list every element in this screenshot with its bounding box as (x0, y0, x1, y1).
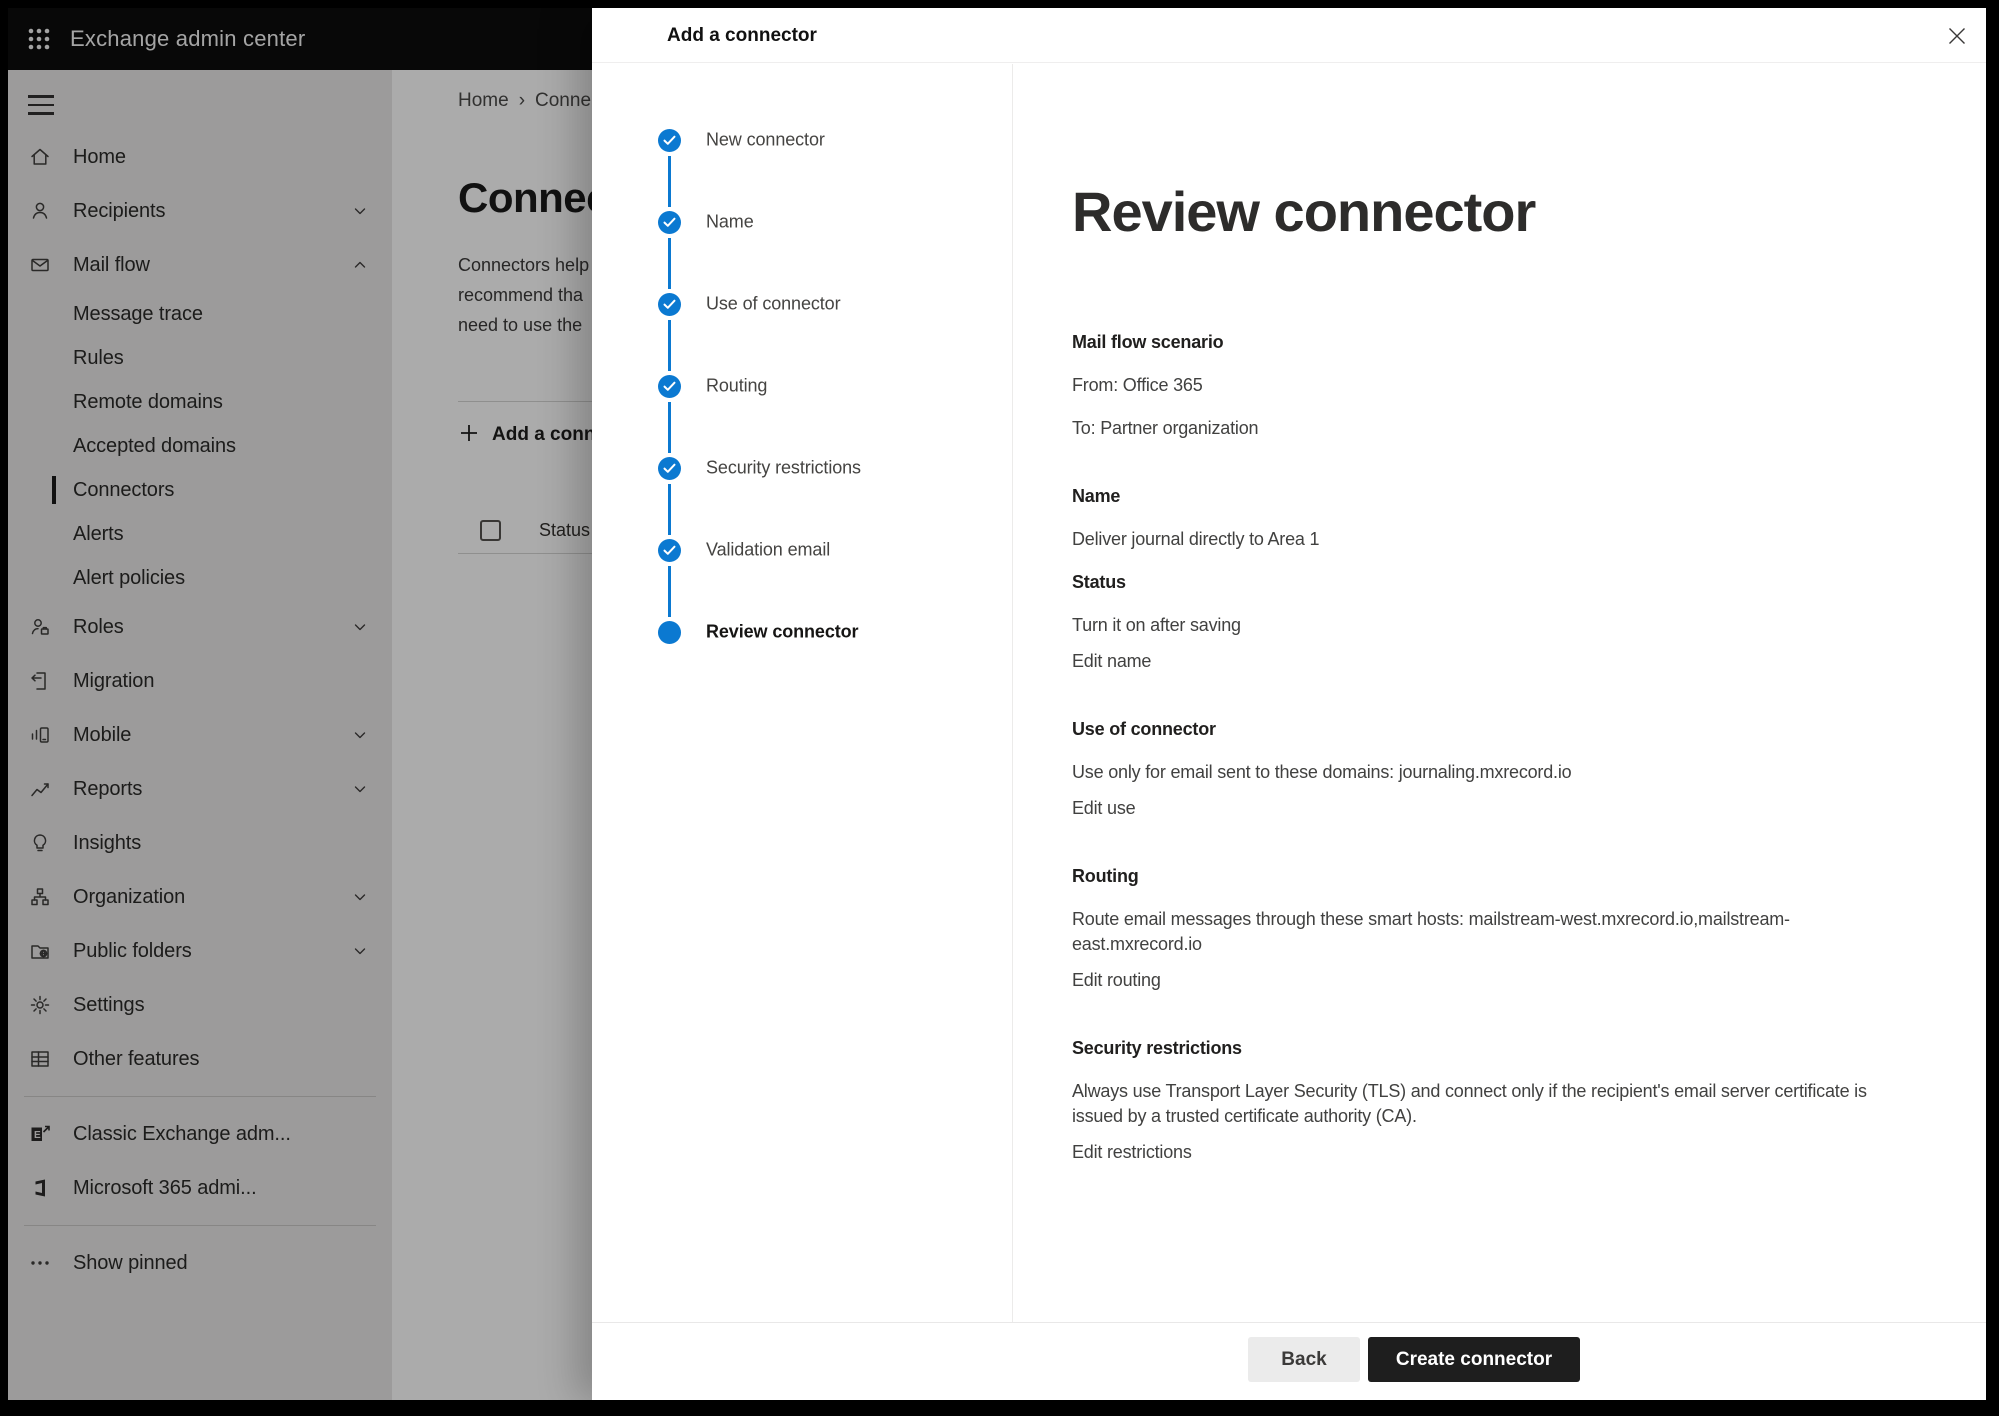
app-window: Exchange admin center HomeRecipientsMail… (8, 8, 1986, 1400)
wizard-step-label: Validation email (706, 540, 830, 561)
wizard-step-label: Name (706, 212, 754, 233)
review-section-text: To: Partner organization (1072, 416, 1887, 441)
screen: Exchange admin center HomeRecipientsMail… (0, 0, 1999, 1416)
review-section-text: Always use Transport Layer Security (TLS… (1072, 1079, 1887, 1129)
review-section-heading: Name (1072, 484, 1887, 509)
review-panel: Review connector Mail flow scenario From:… (1013, 64, 1986, 1322)
section-gap (1072, 1011, 1887, 1036)
wizard-stepper: New connector Name Use of connector Routing… (592, 99, 1012, 673)
wizard-step-label: Review connector (706, 622, 858, 643)
back-button[interactable]: Back (1248, 1337, 1360, 1382)
wizard-step-label: New connector (706, 130, 825, 151)
wizard-body: New connector Name Use of connector Routing… (592, 64, 1986, 1322)
review-sections: Mail flow scenario From: Office 365 To: Pa… (1072, 330, 1887, 1165)
wizard-step-validation-email[interactable]: Validation email (592, 509, 1012, 591)
step-completed-check-icon (658, 293, 681, 316)
review-section-heading: Status (1072, 570, 1887, 595)
review-section-text: Route email messages through these smart… (1072, 907, 1887, 957)
section-gap (1072, 692, 1887, 717)
wizard-step-label: Routing (706, 376, 767, 397)
step-completed-check-icon (658, 375, 681, 398)
review-section-text: Deliver journal directly to Area 1 (1072, 527, 1887, 552)
review-section-heading: Use of connector (1072, 717, 1887, 742)
step-completed-check-icon (658, 129, 681, 152)
wizard-step-review-connector[interactable]: Review connector (592, 591, 1012, 673)
review-section-text: From: Office 365 (1072, 373, 1887, 398)
wizard-step-name[interactable]: Name (592, 181, 1012, 263)
create-connector-button[interactable]: Create connector (1368, 1337, 1580, 1382)
review-heading: Review connector (1072, 179, 1986, 245)
edit-link-edit-use[interactable]: Edit use (1072, 796, 1887, 821)
wizard-step-label: Security restrictions (706, 458, 861, 479)
close-icon[interactable] (1942, 21, 1972, 51)
add-connector-wizard: Add a connector New connector Name Use of … (592, 8, 1986, 1400)
step-completed-check-icon (658, 457, 681, 480)
review-section-heading: Routing (1072, 864, 1887, 889)
review-section-heading: Security restrictions (1072, 1036, 1887, 1061)
step-completed-check-icon (658, 211, 681, 234)
edit-link-edit-restrictions[interactable]: Edit restrictions (1072, 1140, 1887, 1165)
wizard-title: Add a connector (667, 8, 817, 63)
wizard-step-label: Use of connector (706, 294, 840, 315)
review-section-text: Use only for email sent to these domains… (1072, 760, 1887, 785)
step-completed-check-icon (658, 539, 681, 562)
review-section-heading: Mail flow scenario (1072, 330, 1887, 355)
step-current-dot-icon (658, 621, 681, 644)
wizard-step-use-of-connector[interactable]: Use of connector (592, 263, 1012, 345)
wizard-header: Add a connector (592, 8, 1986, 63)
review-section-text: Turn it on after saving (1072, 613, 1887, 638)
wizard-step-security-restrictions[interactable]: Security restrictions (592, 427, 1012, 509)
edit-link-edit-name[interactable]: Edit name (1072, 649, 1887, 674)
wizard-footer: Back Create connector (592, 1322, 1986, 1400)
edit-link-edit-routing[interactable]: Edit routing (1072, 968, 1887, 993)
section-gap (1072, 459, 1887, 484)
wizard-step-routing[interactable]: Routing (592, 345, 1012, 427)
wizard-steps-panel: New connector Name Use of connector Routing… (592, 64, 1013, 1322)
section-gap (1072, 839, 1887, 864)
wizard-step-new-connector[interactable]: New connector (592, 99, 1012, 181)
